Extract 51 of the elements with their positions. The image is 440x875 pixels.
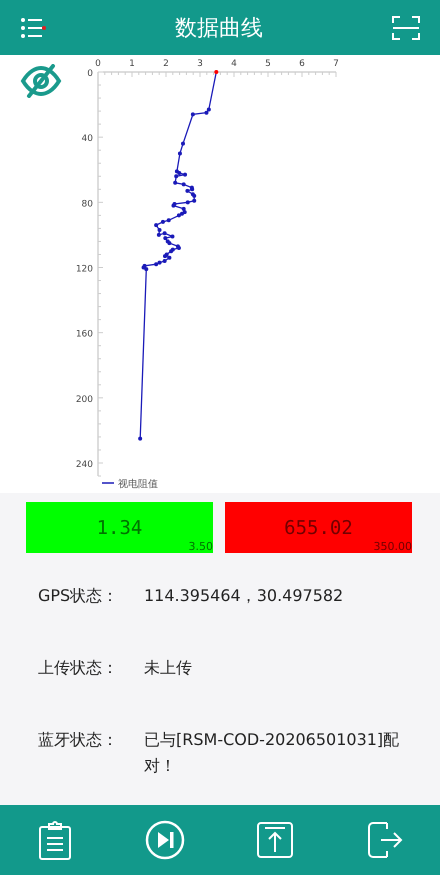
upload-icon [257,822,293,858]
exit-button[interactable] [367,821,403,859]
x-tick-label: 5 [265,59,271,69]
x-tick-label: 3 [197,59,203,69]
eye-slash-icon [20,64,62,98]
x-tick-label: 6 [299,59,305,69]
y-tick-label: 40 [82,134,93,144]
data-point [160,220,165,224]
scan-button[interactable] [392,14,420,40]
menu-icon [20,16,46,40]
x-tick-label: 4 [231,59,237,69]
records-button[interactable] [38,820,72,860]
x-tick-label: 0 [95,59,101,69]
x-tick-label: 7 [333,59,339,69]
data-point [178,151,182,156]
reading-value: 1.34 [96,516,142,538]
threshold-value: 3.50 [188,540,213,553]
x-tick-label: 1 [129,59,135,69]
y-tick-label: 80 [82,199,93,210]
y-tick-label: 0 [87,69,93,79]
threshold-value: 350.00 [374,540,412,553]
clipboard-icon [38,820,72,860]
y-tick-label: 200 [76,394,93,405]
data-point [181,142,185,146]
scan-icon [392,14,420,40]
data-point [186,200,190,204]
status-label: 蓝牙状态： [38,729,119,751]
legend-label: 视电阻值 [118,479,158,490]
menu-button[interactable] [20,16,46,40]
reading-value: 655.02 [284,516,353,538]
status-value: 未上传 [144,657,192,679]
x-tick-label: 2 [163,59,169,69]
exit-icon [367,821,403,859]
status-value: 已与[RSM-COD-20206501031]配对！ [144,729,400,777]
data-point [182,182,186,186]
status-label: 上传状态： [38,657,119,679]
data-point [138,436,142,441]
skip-next-icon [145,820,185,860]
upload-button[interactable] [257,822,293,858]
data-point [190,112,195,116]
data-point [173,180,178,185]
y-tick-label: 240 [76,460,93,470]
hide-button[interactable] [20,64,62,98]
screen-title: 数据曲线 [175,14,263,42]
status-label: GPS状态： [38,585,120,607]
next-button[interactable] [145,820,185,860]
data-point [166,218,171,222]
data-point [183,172,188,177]
y-tick-label: 120 [76,264,93,274]
status-value: 114.395464，30.497582 [144,585,344,607]
y-tick-label: 160 [76,330,93,340]
